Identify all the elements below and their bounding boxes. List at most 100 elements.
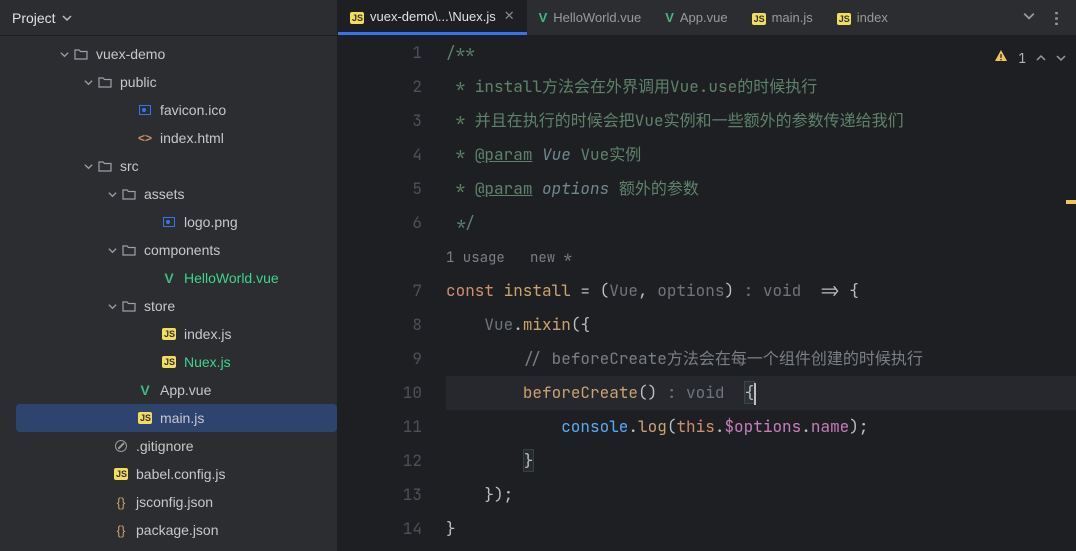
line-number[interactable]: 10	[338, 376, 422, 410]
code-area[interactable]: 1 /** * install方法会在外界调用Vue.use的时候执行 * 并且…	[444, 36, 1076, 551]
editor-tab[interactable]: JS main.js	[740, 0, 825, 35]
code-line[interactable]: Vue.mixin({	[446, 308, 1076, 342]
line-number[interactable]: 1	[338, 36, 422, 70]
line-number[interactable]: 7	[338, 274, 422, 308]
folder-icon	[120, 187, 138, 201]
usage-hint[interactable]: 1 usage new *	[446, 249, 572, 267]
tree-item[interactable]: <>index.html	[0, 124, 337, 152]
code-line[interactable]: // beforeCreate方法会在每一个组件创建的时候执行	[446, 342, 1076, 376]
code-line[interactable]: }	[446, 512, 1076, 546]
tree-item[interactable]: store	[0, 292, 337, 320]
line-number[interactable]: 12	[338, 444, 422, 478]
tree-item[interactable]: JSmain.js	[16, 404, 337, 432]
code-line[interactable]: beforeCreate() : void {	[446, 376, 1076, 410]
line-number[interactable]	[338, 240, 422, 274]
project-tool-header[interactable]: Project	[0, 0, 337, 36]
code-line[interactable]: }	[446, 444, 1076, 478]
tree-item[interactable]: src	[0, 152, 337, 180]
chevron-icon	[56, 50, 72, 59]
tree-item[interactable]: {} package.json	[0, 516, 337, 544]
vue-icon: V	[539, 10, 548, 25]
editor-tab[interactable]: JS vuex-demo\...\Nuex.js ✕	[338, 0, 527, 35]
close-icon[interactable]: ✕	[504, 8, 515, 24]
code-line[interactable]: console.log(this.$options.name);	[446, 410, 1076, 444]
inspection-status[interactable]: 1	[994, 42, 1066, 76]
chevron-down-icon[interactable]	[1023, 9, 1035, 27]
js-icon: JS	[350, 9, 364, 24]
chevron-down-icon	[62, 10, 72, 26]
sidebar: Project vuex-demopublic favicon.ico <>inde…	[0, 0, 338, 551]
tree-item-label: logo.png	[184, 214, 238, 230]
line-number[interactable]: 8	[338, 308, 422, 342]
code-line[interactable]: * 并且在执行的时候会把Vue实例和一些额外的参数传递给我们	[446, 104, 1076, 138]
project-tree[interactable]: vuex-demopublic favicon.ico <>index.html sr…	[0, 36, 337, 551]
line-number[interactable]: 13	[338, 478, 422, 512]
editor-tab[interactable]: VApp.vue	[653, 0, 739, 35]
line-number[interactable]: 11	[338, 410, 422, 444]
prev-highlight-icon[interactable]	[1036, 42, 1046, 76]
tree-item-label: favicon.ico	[160, 102, 226, 118]
folder-icon	[120, 243, 138, 257]
tree-item[interactable]: VApp.vue	[0, 376, 337, 404]
tree-item[interactable]: JSindex.js	[0, 320, 337, 348]
tab-label: main.js	[772, 10, 813, 25]
code-line[interactable]: const install = (Vue, options) : void =>…	[446, 274, 1076, 308]
tree-item-label: babel.config.js	[136, 466, 226, 482]
tree-item[interactable]: {}jsconfig.json	[0, 488, 337, 516]
tree-item-label: src	[120, 158, 139, 174]
line-number[interactable]: 5	[338, 172, 422, 206]
tree-item[interactable]: .gitignore	[0, 432, 337, 460]
tree-item-label: main.js	[160, 410, 204, 426]
code-line[interactable]: /**	[446, 36, 1076, 70]
code-line[interactable]: */	[446, 206, 1076, 240]
line-number[interactable]: 4	[338, 138, 422, 172]
tree-item-label: index.html	[160, 130, 224, 146]
editor-tabs: JS vuex-demo\...\Nuex.js ✕ VHelloWorld.vueV…	[338, 0, 1076, 36]
code-line[interactable]: * install方法会在外界调用Vue.use的时候执行	[446, 70, 1076, 104]
json-icon: {}	[112, 523, 130, 538]
tree-item-label: assets	[144, 186, 184, 202]
error-stripe-marker[interactable]	[1066, 200, 1076, 204]
project-title: Project	[12, 10, 56, 26]
js-icon: JS	[752, 10, 766, 25]
tree-item[interactable]: favicon.ico	[0, 96, 337, 124]
warning-count: 1	[1018, 42, 1026, 76]
editor-tab[interactable]: VHelloWorld.vue	[527, 0, 654, 35]
line-number[interactable]: 3	[338, 104, 422, 138]
tree-item[interactable]: VHelloWorld.vue	[0, 264, 337, 292]
line-number[interactable]: 14	[338, 512, 422, 546]
js-icon: JS	[160, 328, 178, 340]
folder-icon	[120, 299, 138, 313]
line-number[interactable]: 6	[338, 206, 422, 240]
tree-item[interactable]: vuex-demo	[0, 40, 337, 68]
more-icon[interactable]: ⋯	[1047, 10, 1067, 25]
editor-body: 1234567891011121314 1 /** * install方法会在外…	[338, 36, 1076, 551]
tree-item[interactable]: components	[0, 236, 337, 264]
tree-item[interactable]: JSNuex.js	[0, 348, 337, 376]
gutter: 1234567891011121314	[338, 36, 444, 551]
js-icon: JS	[160, 356, 178, 368]
usage-hint-line[interactable]: 1 usage new *	[446, 240, 1076, 274]
tab-label: vuex-demo\...\Nuex.js	[370, 9, 496, 24]
editor-tab[interactable]: JSindex	[825, 0, 900, 35]
tree-item[interactable]: assets	[0, 180, 337, 208]
tree-item[interactable]: logo.png	[0, 208, 337, 236]
tree-item-label: package.json	[136, 522, 219, 538]
code-line[interactable]: * @param Vue Vue实例	[446, 138, 1076, 172]
line-number[interactable]: 2	[338, 70, 422, 104]
warning-icon	[994, 42, 1008, 76]
tree-item[interactable]: JS babel.config.js	[0, 460, 337, 488]
code-line[interactable]: * @param options 额外的参数	[446, 172, 1076, 206]
js-icon: JS	[112, 468, 130, 480]
tree-item-label: .gitignore	[136, 438, 194, 454]
folder-icon	[96, 75, 114, 89]
tree-item-label: components	[144, 242, 220, 258]
folder-icon	[72, 47, 90, 61]
line-number[interactable]: 9	[338, 342, 422, 376]
tree-item[interactable]: public	[0, 68, 337, 96]
code-line[interactable]: });	[446, 478, 1076, 512]
next-highlight-icon[interactable]	[1056, 42, 1066, 76]
img-icon	[136, 105, 154, 115]
img-icon	[160, 217, 178, 227]
tree-item-label: jsconfig.json	[136, 494, 213, 510]
